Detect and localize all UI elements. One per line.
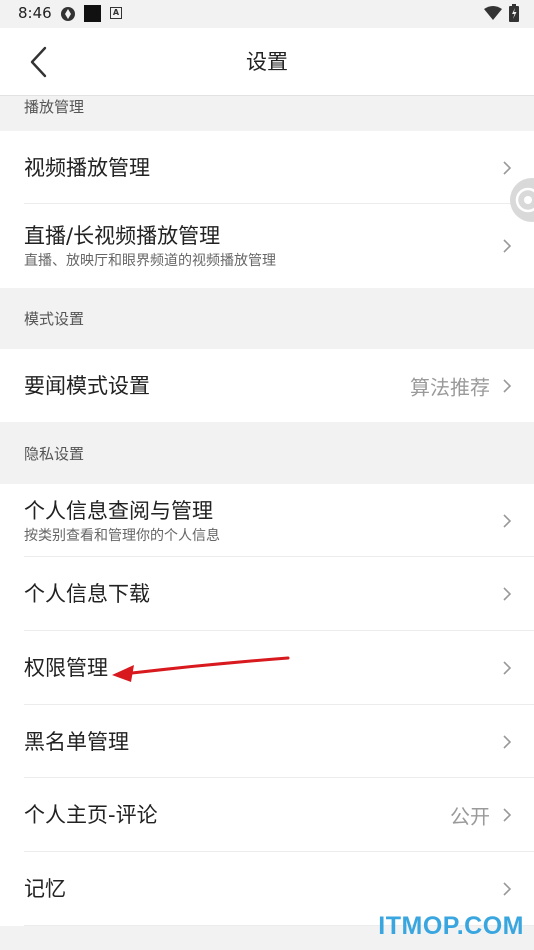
notification-square-icon: [84, 5, 101, 22]
row-subtitle: 按类别查看和管理你的个人信息: [24, 527, 220, 544]
assistant-icon: [515, 187, 534, 213]
settings-list: 播放管理 视频播放管理 直播/长视频播放管理 直播、放映厅和眼界频道的视频播放管…: [0, 96, 534, 926]
page-title: 设置: [246, 50, 288, 74]
row-title: 个人信息下载: [24, 582, 150, 606]
a-badge-icon: A: [110, 7, 122, 19]
section-header-playback: 播放管理: [0, 96, 534, 131]
watermark-text: ITMOP.COM: [378, 912, 524, 940]
chevron-right-icon: [503, 239, 512, 253]
row-title: 视频播放管理: [24, 155, 150, 180]
row-title: 个人信息查阅与管理: [24, 498, 213, 523]
chevron-right-icon: [503, 160, 512, 175]
row-video-playback[interactable]: 视频播放管理: [0, 131, 534, 204]
row-headline-mode[interactable]: 要闻模式设置 算法推荐: [0, 349, 534, 422]
section-header-privacy: 隐私设置: [0, 422, 534, 484]
row-live-long-video[interactable]: 直播/长视频播放管理 直播、放映厅和眼界频道的视频播放管理: [0, 204, 534, 288]
chevron-right-icon: [503, 661, 512, 675]
status-bar: 8:46 A: [0, 0, 534, 28]
status-time: 8:46: [18, 4, 52, 22]
row-blacklist-management[interactable]: 黑名单管理: [0, 705, 534, 778]
row-title: 记忆: [24, 877, 66, 901]
row-personal-info-manage[interactable]: 个人信息查阅与管理 按类别查看和管理你的个人信息: [0, 484, 534, 557]
row-profile-comments[interactable]: 个人主页-评论 公开: [0, 778, 534, 852]
chevron-right-icon: [503, 882, 512, 896]
floating-assistant-bubble[interactable]: [510, 178, 534, 222]
wifi-icon: [484, 6, 502, 20]
battery-charging-icon: [509, 4, 519, 22]
chevron-right-icon: [503, 734, 512, 749]
chevron-right-icon: [503, 378, 512, 393]
app-notification-icon: [61, 7, 75, 21]
chevron-right-icon: [503, 513, 512, 528]
row-permission-management[interactable]: 权限管理: [0, 631, 534, 705]
row-title: 黑名单管理: [24, 729, 129, 754]
section-header-mode: 模式设置: [0, 288, 534, 349]
row-value: 算法推荐: [410, 375, 490, 399]
row-title: 权限管理: [24, 656, 108, 680]
row-title: 直播/长视频播放管理: [24, 224, 221, 248]
row-value: 公开: [450, 804, 490, 829]
row-subtitle: 直播、放映厅和眼界频道的视频播放管理: [24, 253, 276, 269]
row-personal-info-download[interactable]: 个人信息下载: [0, 557, 534, 631]
chevron-right-icon: [503, 587, 512, 601]
chevron-right-icon: [503, 808, 512, 822]
app-header: 设置: [0, 28, 534, 96]
